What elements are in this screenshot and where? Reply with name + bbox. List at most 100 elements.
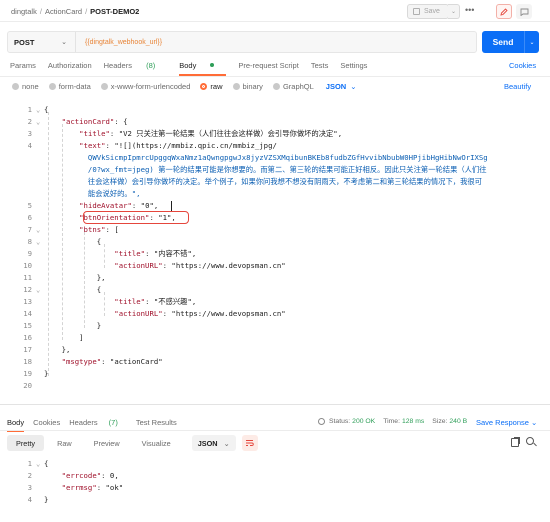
wrap-lines-icon[interactable] (241, 435, 258, 451)
code-text: { (44, 459, 49, 468)
code-text: "msgtype": "actionCard" (61, 357, 163, 366)
resp-tab-headers[interactable]: Headers (7) (69, 418, 127, 427)
fold-chevron-icon[interactable]: ⌄ (36, 236, 44, 248)
request-body-editor[interactable]: 1 ⌄{2 ⌄ "actionCard": {3 "title": "V2 只关注第… (0, 100, 550, 400)
status-value[interactable]: 200 OK (352, 418, 375, 425)
fold-chevron-icon[interactable]: ⌄ (36, 224, 44, 236)
tab-authorization[interactable]: Authorization (48, 61, 92, 73)
line-number: 1 (27, 105, 32, 114)
tab-prerequest-script[interactable]: Pre-request Script (238, 61, 298, 73)
save-options-chevron-down-icon[interactable]: ⌄ (448, 4, 460, 19)
line-number: 2 (27, 117, 32, 126)
tab-body-label: Body (179, 61, 197, 70)
time-value[interactable]: 128 ms (402, 418, 424, 425)
url-input[interactable]: {{dingtalk_webhook_url}} (76, 39, 162, 46)
tab-body[interactable]: Body (179, 61, 227, 76)
body-format-select[interactable]: JSON ⌄ (326, 82, 357, 91)
code-line: 15 } (0, 320, 540, 332)
save-label: Save (424, 8, 440, 15)
radio-raw[interactable]: raw (200, 82, 223, 91)
send-button[interactable]: Send ⌄ (482, 31, 539, 53)
send-options-chevron-down-icon[interactable]: ⌄ (524, 31, 539, 53)
view-visualize-button[interactable]: Visualize (133, 435, 180, 451)
code-line: /0?wx_fmt=jpeg) 第一轮的结果可能是你想要的。而第二、第三轮的结果… (0, 164, 540, 176)
edit-icon[interactable] (496, 4, 512, 19)
tab-headers-label: Headers (103, 61, 132, 70)
resp-tab-cookies[interactable]: Cookies (33, 418, 60, 427)
breadcrumb: dingtalk / ActionCard / POST-DEMO2 (11, 7, 140, 16)
code-line: 能会说好的。", (0, 188, 540, 200)
view-pretty-button[interactable]: Pretty (7, 435, 45, 451)
code-line: 17 }, (0, 344, 540, 356)
tab-headers-count: (8) (146, 61, 156, 70)
view-preview-button[interactable]: Preview (85, 435, 129, 451)
body-format-value: JSON (325, 82, 347, 91)
tab-params[interactable]: Params (10, 61, 36, 73)
resp-tab-test-results[interactable]: Test Results (136, 418, 177, 427)
line-number: 16 (23, 333, 32, 342)
line-number: 19 (23, 369, 32, 378)
fold-chevron-icon[interactable]: ⌄ (36, 458, 44, 470)
code-text: 往会这样做）会引导你做坏的决定。举个例子，如果你问我想不想没有阴雨天，不考虑第二… (44, 177, 482, 186)
line-number: 8 (27, 237, 32, 246)
size-value[interactable]: 240 B (449, 418, 467, 425)
beautify-link[interactable]: Beautify (504, 82, 531, 91)
code-text: "errmsg": "ok" (61, 483, 124, 492)
line-number: 1 (27, 459, 32, 468)
cookies-link[interactable]: Cookies (509, 61, 536, 70)
radio-form-data[interactable]: form-data (48, 82, 91, 91)
code-line: 19} (0, 368, 540, 380)
radio-form-data-label: form-data (58, 82, 91, 91)
line-number: 17 (23, 345, 32, 354)
modified-dot-icon (210, 63, 215, 67)
radio-circle-icon (272, 83, 280, 90)
code-line: 4} (0, 494, 540, 506)
code-line: 12 ⌄ { (0, 284, 540, 296)
breadcrumb-request[interactable]: POST-DEMO2 (90, 7, 139, 16)
radio-raw-label: raw (210, 82, 223, 91)
radio-none[interactable]: none (12, 82, 39, 91)
code-line: 10 "actionURL": "https://www.devopsman.c… (0, 260, 540, 272)
line-number: 12 (23, 285, 32, 294)
radio-binary[interactable]: binary (232, 82, 263, 91)
code-line: 9 "title": "内容不错", (0, 248, 540, 260)
radio-graphql[interactable]: GraphQL (272, 82, 314, 91)
code-text: "actionURL": "https://www.devopsman.cn" (114, 309, 286, 318)
save-button[interactable]: Save (407, 4, 449, 19)
code-text: /0?wx_fmt=jpeg) 第一轮的结果可能是你想要的。而第二、第三轮的结果… (44, 165, 487, 174)
tab-tests[interactable]: Tests (311, 61, 329, 73)
code-line: 13 "title": "不感兴趣", (0, 296, 540, 308)
response-format-select[interactable]: JSON ⌄ (191, 435, 236, 451)
response-format-value: JSON (197, 438, 218, 448)
save-icon (413, 8, 420, 15)
fold-chevron-icon[interactable]: ⌄ (36, 284, 44, 296)
code-text: "actionCard": { (61, 117, 128, 126)
chevron-down-icon: ⌄ (350, 82, 357, 91)
save-response-button[interactable]: Save Response ⌄ (476, 418, 537, 427)
line-number: 4 (27, 141, 32, 150)
resp-tab-body[interactable]: Body (7, 418, 25, 432)
view-raw-button[interactable]: Raw (48, 435, 81, 451)
tab-settings[interactable]: Settings (340, 61, 367, 73)
code-text: } (44, 321, 102, 330)
method-select[interactable]: POST ⌄ (8, 32, 76, 52)
fold-chevron-icon[interactable]: ⌄ (36, 116, 44, 128)
search-icon[interactable] (526, 437, 534, 445)
radio-none-label: none (22, 82, 39, 91)
breadcrumb-workspace[interactable]: dingtalk (11, 7, 37, 16)
method-value: POST (14, 37, 35, 47)
radio-circle-icon (232, 83, 240, 90)
chevron-down-icon: ⌄ (223, 438, 230, 448)
fold-chevron-icon[interactable]: ⌄ (36, 104, 44, 116)
copy-icon[interactable] (511, 438, 519, 447)
code-text: { (44, 285, 102, 294)
pane-divider[interactable] (0, 404, 550, 405)
tab-headers[interactable]: Headers (8) (104, 61, 168, 73)
more-actions-button[interactable]: ••• (465, 5, 474, 15)
response-toolbar: Pretty Raw Preview Visualize JSON ⌄ (7, 435, 258, 451)
comment-icon[interactable] (516, 4, 532, 19)
line-number: 2 (27, 471, 32, 480)
breadcrumb-collection[interactable]: ActionCard (45, 7, 82, 16)
radio-urlencoded[interactable]: x-www-form-urlencoded (100, 82, 190, 91)
response-divider (0, 430, 550, 431)
